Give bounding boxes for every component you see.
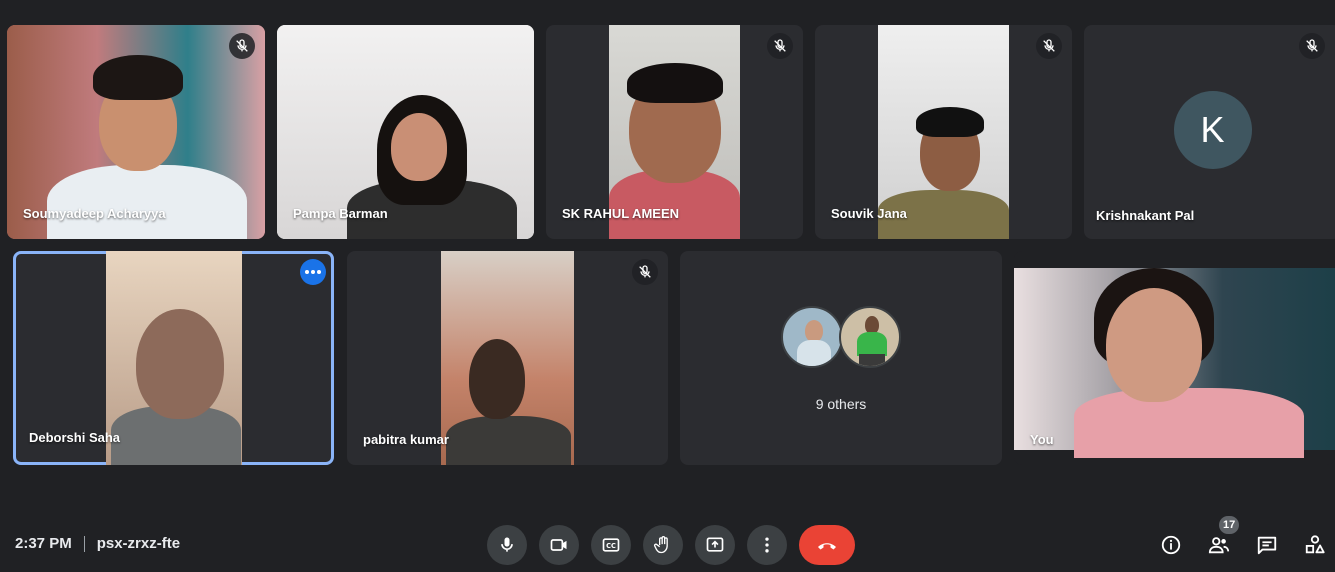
others-avatar (781, 306, 843, 368)
captions-button[interactable]: CC (591, 525, 631, 565)
meeting-time: 2:37 PM (15, 535, 72, 552)
participant-name: Deborshi Saha (29, 430, 121, 445)
chat-icon (1257, 536, 1277, 555)
camera-icon (550, 539, 567, 551)
people-button[interactable] (1206, 532, 1232, 558)
mic-button[interactable] (487, 525, 527, 565)
participant-tile-self: You (1014, 251, 1335, 465)
mic-off-icon (767, 33, 793, 59)
participant-tile-krishnakant[interactable]: K Krishnakant Pal (1084, 25, 1335, 239)
participant-name: Pampa Barman (293, 206, 388, 221)
chat-button[interactable] (1254, 532, 1280, 558)
participant-tile-soumyadeep[interactable]: Soumyadeep Acharyya (7, 25, 265, 239)
meeting-details-button[interactable] (1158, 532, 1184, 558)
participant-tile-deborshi[interactable]: Deborshi Saha (13, 251, 334, 465)
more-options-button[interactable] (300, 259, 326, 285)
participant-name: Souvik Jana (831, 206, 907, 221)
svg-text:CC: CC (606, 542, 616, 550)
more-options-button[interactable] (747, 525, 787, 565)
mic-off-icon (632, 259, 658, 285)
participant-name: pabitra kumar (363, 432, 449, 447)
participant-video (441, 251, 574, 465)
participant-name: You (1030, 432, 1054, 447)
participant-count-badge: 17 (1219, 516, 1240, 534)
others-tile[interactable]: 9 others (680, 251, 1002, 465)
participant-tile-souvik[interactable]: Souvik Jana (815, 25, 1072, 239)
captions-icon: CC (602, 538, 620, 552)
divider (83, 535, 85, 552)
present-icon (706, 537, 724, 552)
participant-name: SK RAHUL AMEEN (562, 206, 680, 221)
others-avatars (781, 306, 901, 368)
others-avatar (839, 306, 901, 368)
raise-hand-button[interactable] (643, 525, 683, 565)
participant-tile-pabitra[interactable]: pabitra kumar (347, 251, 668, 465)
mic-off-icon (229, 33, 255, 59)
mic-icon (501, 537, 513, 552)
participant-name: Krishnakant Pal (1096, 208, 1195, 223)
activities-button[interactable] (1302, 532, 1328, 558)
mic-off-icon (1299, 33, 1325, 59)
raise-hand-icon (653, 536, 668, 554)
info-icon (1161, 535, 1181, 555)
more-options-icon (765, 537, 769, 553)
activities-icon (1305, 535, 1325, 554)
mic-off-icon (1036, 33, 1062, 59)
end-call-icon (818, 543, 836, 550)
participant-name: Soumyadeep Acharyya (23, 206, 166, 221)
meeting-code: psx-zrxz-fte (96, 535, 181, 552)
others-count-label: 9 others (815, 396, 867, 412)
participant-avatar: K (1173, 91, 1252, 169)
participant-tile-rahul[interactable]: SK RAHUL AMEEN (546, 25, 803, 239)
participant-tile-pampa[interactable]: Pampa Barman (277, 25, 534, 239)
end-call-button[interactable] (799, 525, 855, 565)
meeting-info: 2:37 PM psx-zrxz-fte (15, 535, 180, 552)
self-video (1014, 268, 1335, 458)
present-button[interactable] (695, 525, 735, 565)
participant-video (106, 251, 242, 465)
people-icon (1208, 537, 1230, 554)
camera-button[interactable] (539, 525, 579, 565)
